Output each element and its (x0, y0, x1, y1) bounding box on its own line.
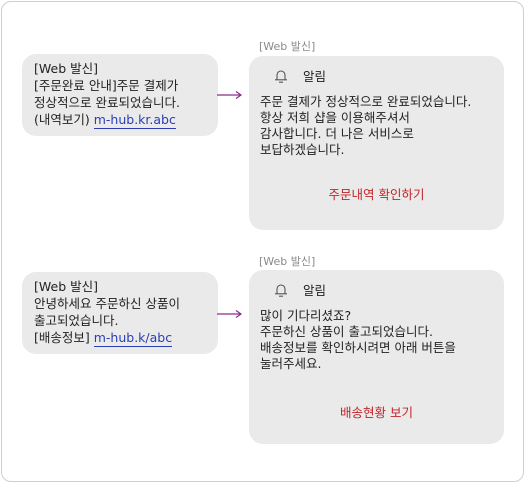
web-sender-tag: [Web 발신] (259, 255, 316, 268)
arrow-right-icon (217, 310, 243, 318)
sms-link[interactable]: m-hub.kr.abc (93, 112, 176, 129)
card-body-line: 주문하신 상품이 출고되었습니다. (260, 324, 433, 339)
order-details-button[interactable]: 주문내역 확인하기 (249, 184, 504, 203)
arrow-right-icon (217, 91, 243, 99)
bell-icon (275, 283, 287, 297)
web-sender-tag: [Web 발신] (259, 40, 316, 53)
notification-card-order: 알림 주문 결제가 정상적으로 완료되었습니다. 항상 저희 샵을 이용해주셔서… (249, 56, 504, 230)
card-body-line: 눌러주세요. (260, 356, 322, 371)
notification-card-shipping: 알림 많이 기다리셨죠? 주문하신 상품이 출고되었습니다. 배송정보를 확인하… (249, 270, 504, 444)
bell-icon (275, 69, 287, 83)
sms-message-shipped: [Web 발신] 안녕하세요 주문하신 상품이 출고되었습니다. [배송정보] … (22, 272, 218, 354)
sms-line: [주문완료 안내]주문 결제가 (34, 78, 179, 93)
sms-link-line: (내역보기) m-hub.kr.abc (34, 111, 218, 129)
sms-link-prefix: (내역보기) (34, 112, 94, 127)
card-body-line: 항상 저희 샵을 이용해주셔서 (260, 110, 410, 125)
sms-link[interactable]: m-hub.k/abc (93, 330, 173, 347)
card-body-line: 많이 기다리셨죠? (260, 308, 352, 323)
card-body-line: 감사합니다. 더 나은 서비스로 (260, 126, 414, 141)
sms-line: [Web 발신] (34, 61, 98, 76)
card-body: 주문 결제가 정상적으로 완료되었습니다. 항상 저희 샵을 이용해주셔서 감사… (260, 94, 471, 158)
sms-line: 출고되었습니다. (34, 313, 119, 328)
sms-link-prefix: [배송정보] (34, 330, 94, 345)
sms-message-order-complete: [Web 발신] [주문완료 안내]주문 결제가 정상적으로 완료되었습니다. … (22, 54, 218, 136)
sms-line: [Web 발신] (34, 279, 98, 294)
card-header: 알림 (273, 66, 326, 85)
card-title: 알림 (303, 283, 327, 298)
card-title: 알림 (303, 69, 327, 84)
card-body-line: 배송정보를 확인하시려면 아래 버튼을 (260, 340, 456, 355)
sms-line: 안녕하세요 주문하신 상품이 (34, 296, 180, 311)
shipping-status-button[interactable]: 배송현황 보기 (249, 402, 504, 421)
card-body-line: 보답하겠습니다. (260, 142, 345, 157)
sms-line: 정상적으로 완료되었습니다. (34, 95, 180, 110)
card-body-line: 주문 결제가 정상적으로 완료되었습니다. (260, 94, 472, 109)
card-body: 많이 기다리셨죠? 주문하신 상품이 출고되었습니다. 배송정보를 확인하시려면… (260, 308, 456, 372)
sms-link-line: [배송정보] m-hub.k/abc (34, 329, 218, 347)
card-header: 알림 (273, 280, 326, 299)
